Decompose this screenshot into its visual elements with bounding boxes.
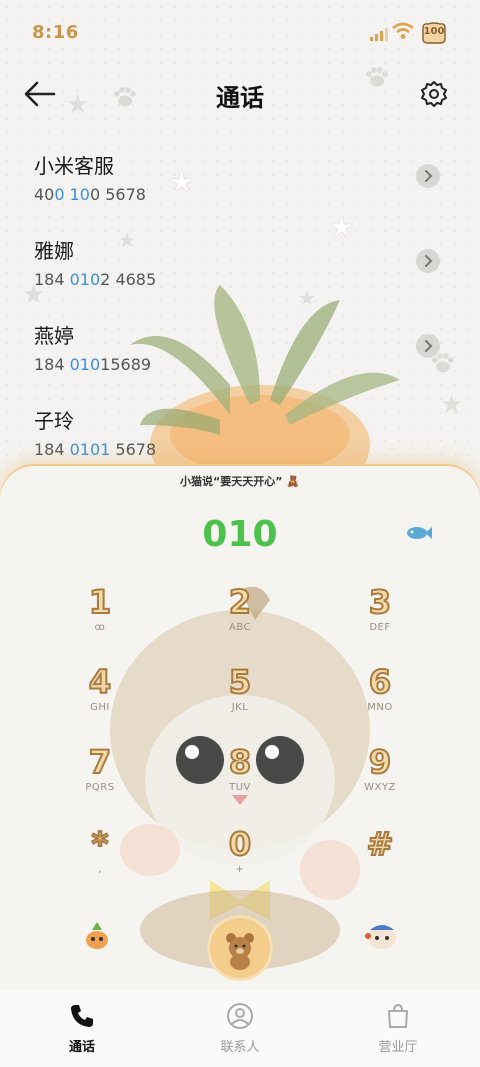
key-letters: TUV (229, 782, 251, 793)
key-letters: WXYZ (364, 782, 396, 793)
key-letters: ABC (228, 622, 251, 633)
dial-key-0[interactable]: 0 + (210, 825, 270, 890)
phone-icon (71, 1005, 93, 1027)
key-letters: JKL (231, 702, 249, 713)
dial-key-8[interactable]: 8 TUV (210, 743, 270, 808)
key-letters: GHI (90, 702, 110, 713)
key-letters: , (98, 864, 102, 875)
battery-icon: 100 (420, 22, 448, 44)
voicemail-icon: ꝏ (94, 622, 106, 633)
call-button[interactable] (210, 918, 270, 978)
battery-level: 100 (423, 26, 445, 37)
status-bar: 8:16 100 (0, 0, 480, 66)
number-match: 010 (69, 355, 101, 374)
number-part: 0 5678 (89, 185, 146, 204)
cat-sticker-icon[interactable] (364, 920, 400, 950)
key-digit: 6 (368, 663, 392, 701)
dial-key-5[interactable]: 5 JKL (210, 663, 270, 728)
key-letters: DEF (369, 622, 391, 633)
number-part: 2 4685 (100, 270, 157, 289)
nav-store-label: 营业厅 (378, 1040, 418, 1055)
chevron-right-icon[interactable] (416, 249, 440, 273)
dial-key-6[interactable]: 6 MNO (350, 663, 410, 728)
nav-contacts[interactable]: 联系人 (190, 1002, 290, 1055)
key-digit: * (91, 825, 110, 863)
key-digit: 2 (228, 583, 252, 621)
contact-row[interactable]: 雅娜 184 0102 4685 (34, 235, 454, 305)
number-match: 0101 (69, 440, 111, 459)
number-part: 40 (34, 185, 55, 204)
number-part: 15689 (100, 355, 152, 374)
signal-icon (370, 26, 388, 45)
number-part: 184 (34, 270, 70, 289)
page-title: 通话 (216, 84, 264, 112)
key-digit: 7 (88, 743, 112, 781)
key-digit: 9 (368, 743, 392, 781)
status-time: 8:16 (32, 22, 79, 43)
dial-key-7[interactable]: 7 PQRS (70, 743, 130, 808)
dial-key-9[interactable]: 9 WXYZ (350, 743, 410, 808)
key-digit: 1 (88, 583, 112, 621)
chevron-right-icon[interactable] (416, 164, 440, 188)
key-digit: 8 (228, 743, 252, 781)
number-part: 5678 (110, 440, 157, 459)
gear-icon[interactable] (420, 80, 448, 108)
nav-contacts-label: 联系人 (220, 1040, 260, 1055)
contact-number: 184 0102 4685 (34, 270, 454, 289)
number-part: 184 (34, 355, 70, 374)
key-digit: # (366, 825, 395, 863)
nav-store[interactable]: 营业厅 (348, 1002, 448, 1055)
contact-name: 雅娜 (34, 239, 74, 263)
chevron-right-icon[interactable] (416, 334, 440, 358)
key-digit: 3 (368, 583, 392, 621)
key-digit: 4 (88, 663, 112, 701)
dial-key-hash[interactable]: # (350, 825, 410, 890)
sim-card-icon[interactable] (82, 920, 112, 950)
contact-number: 184 0101 5678 (34, 440, 454, 459)
key-letters: MNO (367, 702, 393, 713)
contact-name: 燕婷 (34, 324, 74, 348)
panel-banner: 小猫说“要天天开心” 🧸 (0, 473, 480, 489)
number-match: 010 (69, 270, 101, 289)
contact-name: 子玲 (34, 409, 74, 433)
number-match: 0 10 (54, 185, 90, 204)
key-letters: + (235, 864, 245, 875)
wifi-icon (392, 22, 414, 44)
dial-key-1[interactable]: 1ꝏ (70, 583, 130, 648)
bottom-nav: 通话 联系人 营业厅 (0, 990, 480, 1067)
contact-name: 小米客服 (34, 154, 114, 178)
bear-icon (226, 933, 254, 970)
number-part: 184 (34, 440, 70, 459)
dial-key-2[interactable]: 2 ABC (210, 583, 270, 648)
fish-icon (406, 525, 432, 541)
contact-row[interactable]: 子玲 184 0101 5678 (34, 405, 454, 475)
key-digit: 5 (228, 663, 252, 701)
contact-row[interactable]: 燕婷 184 01015689 (34, 320, 454, 390)
dial-key-star[interactable]: *, (70, 825, 130, 890)
bag-icon (388, 1003, 408, 1028)
contact-number: 184 01015689 (34, 355, 454, 374)
nav-calls-label: 通话 (68, 1040, 95, 1055)
contact-number: 400 100 5678 (34, 185, 454, 204)
key-letters: PQRS (85, 782, 115, 793)
banner-text: 小猫说“要天天开心” (179, 475, 283, 488)
nav-calls[interactable]: 通话 (32, 1002, 132, 1055)
person-icon (227, 1003, 253, 1029)
key-digit: 0 (228, 825, 252, 863)
contact-row[interactable]: 小米客服 400 100 5678 (34, 150, 454, 220)
dial-key-4[interactable]: 4 GHI (70, 663, 130, 728)
bear-icon: 🧸 (286, 475, 300, 488)
dial-key-3[interactable]: 3 DEF (350, 583, 410, 648)
